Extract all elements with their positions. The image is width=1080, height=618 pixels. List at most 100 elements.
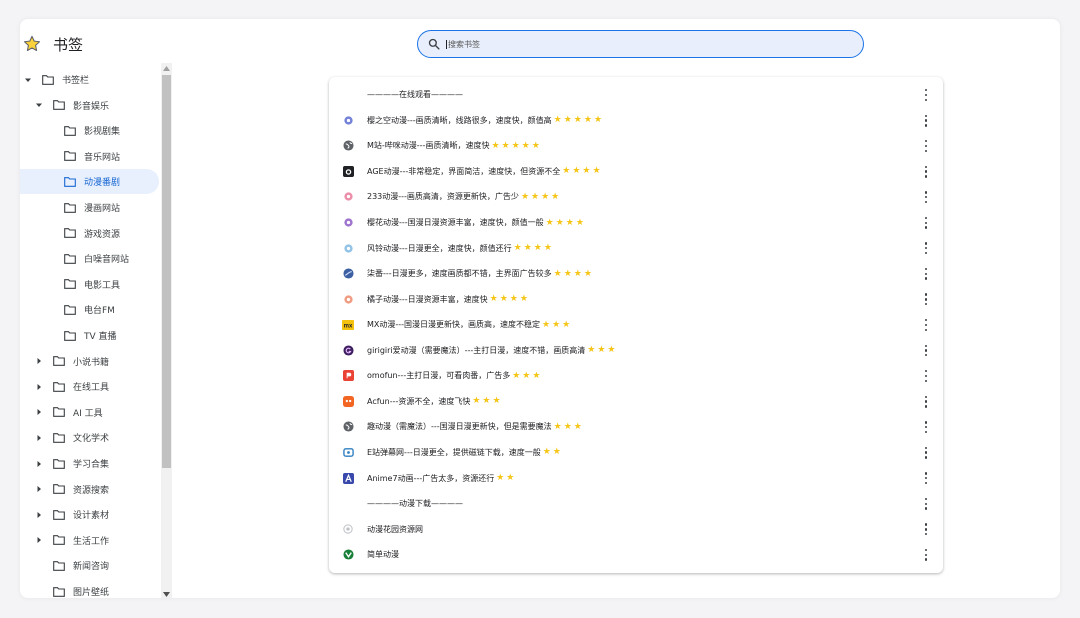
bookmark-row[interactable]: Acfun---资源不全，速度飞快 ★★★ xyxy=(329,389,943,415)
sidebar-item-label: 音乐网站 xyxy=(84,152,121,163)
sidebar-item[interactable]: 游戏资源 xyxy=(20,221,120,246)
search-input[interactable] xyxy=(446,39,826,49)
scroll-up-arrow-icon[interactable] xyxy=(161,63,172,73)
bookmark-row[interactable]: 趣动漫（需魔法）---国漫日漫更新快，但是需要魔法 ★★★ xyxy=(329,414,943,440)
sidebar-item[interactable]: 影视剧集 xyxy=(20,118,120,143)
more-options-icon[interactable] xyxy=(923,446,929,459)
scroll-down-arrow-icon[interactable] xyxy=(161,589,172,598)
expand-arrow-icon[interactable] xyxy=(35,485,43,493)
collapse-arrow-icon[interactable] xyxy=(35,101,43,109)
more-options-icon[interactable] xyxy=(923,89,929,101)
bookmark-row[interactable]: 233动漫---画质高清，资源更新快，广告少 ★★★★ xyxy=(329,184,943,210)
expand-arrow-icon[interactable] xyxy=(35,383,43,391)
bookmark-row[interactable]: 柒番---日漫更多，速度画质都不错，主界面广告较多 ★★★★ xyxy=(329,261,943,287)
more-options-icon[interactable] xyxy=(923,497,929,510)
expand-arrow-icon[interactable] xyxy=(35,357,43,365)
bookmark-row[interactable]: 动漫花园资源网 xyxy=(329,516,943,542)
bookmark-list: ————在线观看———— 樱之空动漫---画质清晰，线路很多，速度快，颜值高 ★★★… xyxy=(329,77,943,573)
sidebar-item[interactable]: 新闻咨询 xyxy=(20,553,109,578)
sidebar-item[interactable]: 学习合集 xyxy=(20,451,109,476)
bookmark-row[interactable]: mx MX动漫---国漫日漫更新快，画质高，速度不稳定 ★★★ xyxy=(329,312,943,338)
sakura-anime-icon xyxy=(342,217,354,229)
more-options-icon[interactable] xyxy=(923,370,929,383)
rating-stars: ★★★★ xyxy=(553,268,594,279)
expand-arrow-icon[interactable] xyxy=(35,511,43,519)
sidebar-item[interactable]: 在线工具 xyxy=(20,374,109,399)
collapse-arrow-icon[interactable] xyxy=(24,76,32,84)
sidebar-item[interactable]: 图片壁纸 xyxy=(20,579,109,598)
rating-stars: ★★★★ xyxy=(520,191,562,202)
sidebar-item[interactable]: 设计素材 xyxy=(20,502,109,527)
sidebar-item[interactable]: TV 直播 xyxy=(20,323,117,348)
expand-arrow-icon[interactable] xyxy=(35,536,43,544)
sidebar-item[interactable]: 生活工作 xyxy=(20,528,109,553)
sidebar-scrollbar[interactable] xyxy=(161,63,172,598)
expand-arrow-icon[interactable] xyxy=(35,408,43,416)
more-options-icon[interactable] xyxy=(923,293,929,306)
sakura-icon xyxy=(342,114,354,126)
rating-stars: ★★★ xyxy=(472,396,503,407)
sidebar-item[interactable]: AI 工具 xyxy=(20,400,103,425)
expand-arrow-icon[interactable] xyxy=(35,434,43,442)
bookmark-row[interactable]: M站-哔咪动漫---画质清晰，速度快 ★★★★★ xyxy=(329,133,943,159)
sidebar-item-label: 新闻咨询 xyxy=(73,562,110,573)
sidebar-item[interactable]: 影音娱乐 xyxy=(20,93,109,118)
bookmark-row[interactable]: 樱花动漫---国漫日漫资源丰富，速度快，颜值一般 ★★★★ xyxy=(329,210,943,236)
sidebar-item-label: 漫画网站 xyxy=(84,204,121,214)
jiandan-icon xyxy=(342,549,354,561)
dmhy-icon xyxy=(342,523,354,535)
folder-icon xyxy=(53,535,65,546)
search-box[interactable] xyxy=(417,30,864,58)
sidebar-item[interactable]: 动漫番剧 xyxy=(20,169,159,195)
bookmark-row[interactable]: E站弹幕网---日漫更全，提供磁链下载，速度一般 ★★ xyxy=(329,440,943,466)
bookmark-row[interactable]: 樱之空动漫---画质清晰，线路很多，速度快，颜值高 ★★★★★ xyxy=(329,108,943,134)
folder-icon xyxy=(64,151,76,162)
bookmark-row[interactable]: 简单动漫 xyxy=(329,542,943,568)
sidebar-item[interactable]: 文化学术 xyxy=(20,425,109,450)
sidebar-item[interactable]: 电台FM xyxy=(20,297,115,322)
bookmark-separator[interactable]: ————在线观看———— xyxy=(329,82,943,108)
qifan-icon xyxy=(342,268,354,280)
bookmark-row[interactable]: 橘子动漫---日漫资源丰富，速度快 ★★★★ xyxy=(329,286,943,312)
bookmark-title: M站-哔咪动漫---画质清晰，速度快 xyxy=(367,141,490,151)
bookmark-title: 柒番---日漫更多，速度画质都不错，主界面广告较多 xyxy=(367,269,552,279)
more-options-icon[interactable] xyxy=(923,191,929,204)
more-options-icon[interactable] xyxy=(923,242,929,255)
sidebar-item[interactable]: 电影工具 xyxy=(20,272,120,297)
globe-icon xyxy=(342,140,354,152)
more-options-icon[interactable] xyxy=(923,140,929,153)
bookmark-separator[interactable]: ————动漫下载———— xyxy=(329,491,943,517)
more-options-icon[interactable] xyxy=(923,216,929,229)
more-options-icon[interactable] xyxy=(923,421,929,434)
bookmark-row[interactable]: girigiri爱动漫（需要魔法）---主打日漫，速度不错，画质高清 ★★★ xyxy=(329,338,943,364)
rating-stars: ★★ xyxy=(542,447,563,458)
more-options-icon[interactable] xyxy=(923,472,929,485)
more-options-icon[interactable] xyxy=(923,165,929,178)
more-options-icon[interactable] xyxy=(923,114,929,127)
sidebar-item[interactable]: 漫画网站 xyxy=(20,195,120,220)
more-options-icon[interactable] xyxy=(923,523,929,536)
bookmark-row[interactable]: omofun---主打日漫，可看肉番，广告多 ★★★ xyxy=(329,363,943,389)
folder-icon xyxy=(53,458,65,469)
sidebar-item[interactable]: 书签栏 xyxy=(20,67,89,92)
more-options-icon[interactable] xyxy=(923,548,929,561)
sidebar-item[interactable]: 资源搜索 xyxy=(20,477,109,502)
scroll-thumb[interactable] xyxy=(162,75,171,468)
bookmark-title: 趣动漫（需魔法）---国漫日漫更新快，但是需要魔法 xyxy=(367,422,552,432)
folder-icon xyxy=(42,74,54,85)
more-options-icon[interactable] xyxy=(923,318,929,331)
more-options-icon[interactable] xyxy=(923,344,929,357)
folder-tree: 书签栏 影音娱乐 影视剧集音乐网站动漫番剧漫画网站游戏资源 白噪音网站 电影工具 电台FM… xyxy=(20,67,172,598)
bookmark-title: 橘子动漫---日漫资源丰富，速度快 xyxy=(367,294,488,304)
folder-icon xyxy=(53,407,65,418)
bookmark-row[interactable]: Anime7动画---广告太多，资源还行 ★★ xyxy=(329,465,943,491)
more-options-icon[interactable] xyxy=(923,267,929,280)
sidebar-item[interactable]: 音乐网站 xyxy=(20,144,120,169)
bookmark-title: Acfun---资源不全，速度飞快 xyxy=(367,396,471,406)
bookmark-row[interactable]: 风铃动漫---日漫更全，速度快，颜值还行 ★★★★ xyxy=(329,235,943,261)
sidebar-item[interactable]: 白噪音网站 xyxy=(20,246,129,271)
bookmark-row[interactable]: AGE动漫---非常稳定，界面简洁，速度快，但资源不全 ★★★★ xyxy=(329,159,943,185)
more-options-icon[interactable] xyxy=(923,395,929,408)
sidebar-item[interactable]: 小说书籍 xyxy=(20,349,109,374)
expand-arrow-icon[interactable] xyxy=(35,460,43,468)
